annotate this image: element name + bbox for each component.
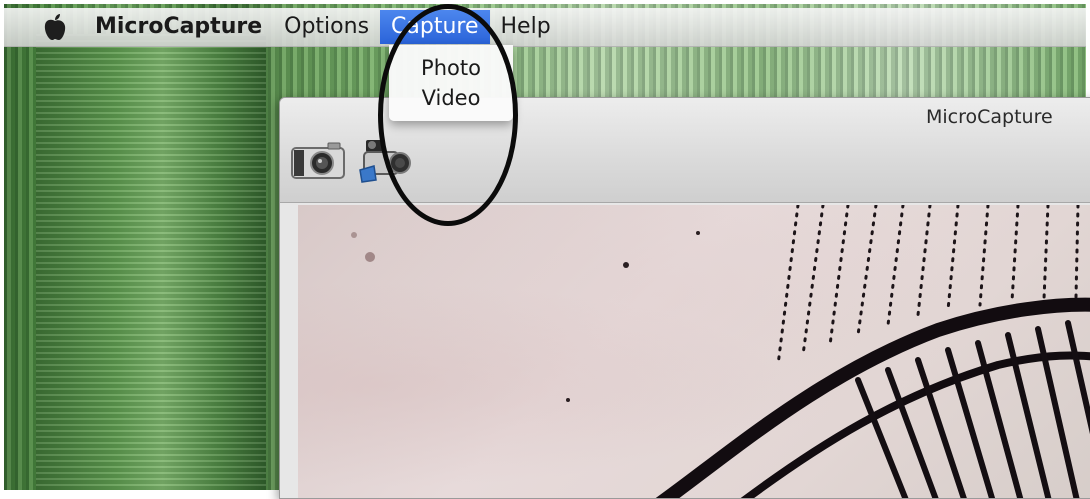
- menu-app-name[interactable]: MicroCapture: [84, 10, 273, 44]
- desktop-wallpaper-plant: [36, 34, 266, 490]
- camera-icon: [291, 142, 345, 179]
- app-window: MicroCapture: [279, 97, 1090, 499]
- camera-preview: [298, 205, 1090, 498]
- photo-capture-button[interactable]: [290, 136, 346, 184]
- video-capture-button[interactable]: [358, 136, 414, 184]
- menu-options[interactable]: Options: [273, 10, 380, 44]
- menu-capture[interactable]: Capture: [380, 10, 490, 44]
- menu-item-video[interactable]: Video: [412, 83, 491, 113]
- apple-icon[interactable]: [40, 12, 70, 42]
- menu-item-photo[interactable]: Photo: [411, 53, 491, 83]
- menu-help[interactable]: Help: [490, 10, 562, 44]
- window-title: MicroCapture: [926, 106, 1053, 128]
- menu-bar: MicroCapture Options Capture Help: [4, 8, 1086, 47]
- video-camera-icon: [359, 140, 411, 183]
- capture-dropdown-menu: Photo Video: [389, 45, 513, 121]
- specimen-image: [351, 205, 1090, 498]
